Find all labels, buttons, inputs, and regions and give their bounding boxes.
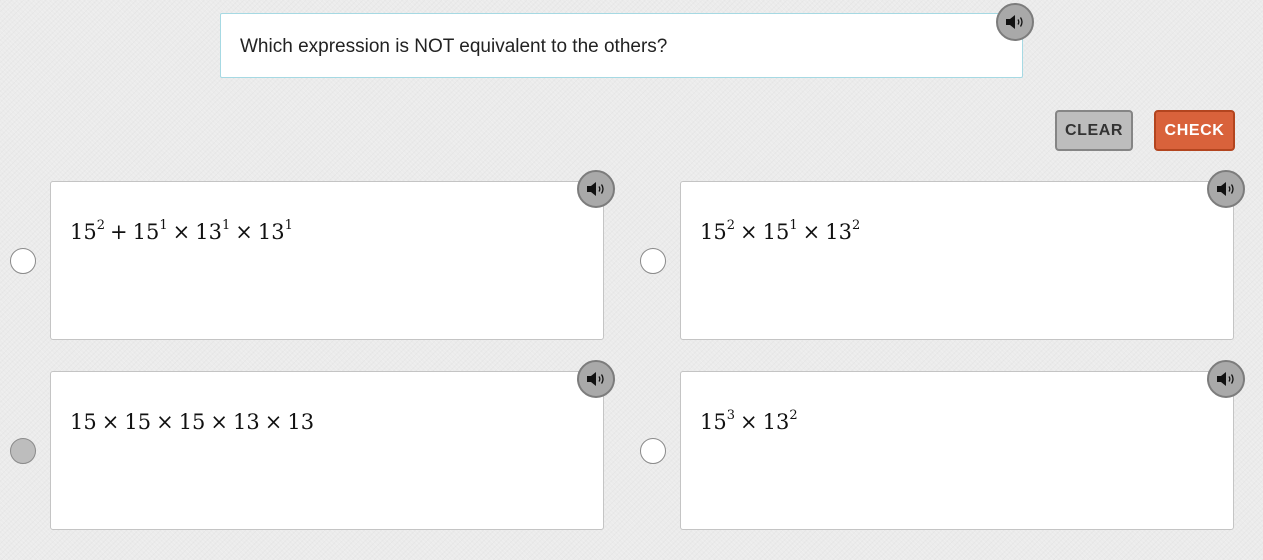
speaker-icon xyxy=(1217,182,1234,196)
exponent: 1 xyxy=(221,218,231,233)
exponent: 1 xyxy=(789,218,798,233)
operator: × xyxy=(264,410,283,434)
check-button[interactable]: CHECK xyxy=(1154,110,1235,151)
operator: × xyxy=(802,220,821,244)
base-number: 15 xyxy=(70,410,97,434)
option-a-radio[interactable] xyxy=(10,248,36,274)
option-d-radio[interactable] xyxy=(640,438,666,464)
option-b-expression: 152 × 151 × 132 xyxy=(700,218,861,244)
clear-button[interactable]: CLEAR xyxy=(1055,110,1133,151)
option-d-card[interactable]: 153 × 132 xyxy=(680,371,1234,530)
option-c-radio[interactable] xyxy=(10,438,36,464)
option-c-expression: 15 × 15 × 15 × 13 × 13 xyxy=(70,410,314,434)
operator: × xyxy=(172,220,191,244)
option-d-audio-button[interactable] xyxy=(1207,360,1245,398)
option-b-card[interactable]: 152 × 151 × 132 xyxy=(680,181,1234,340)
operator: × xyxy=(740,220,758,244)
base-number: 15 xyxy=(762,220,790,244)
operator: × xyxy=(156,410,174,434)
exponent: 2 xyxy=(96,218,106,233)
base-number: 13 xyxy=(762,410,790,434)
question-prompt: Which expression is NOT equivalent to th… xyxy=(220,13,1023,78)
base-number: 13 xyxy=(195,220,222,244)
operator: × xyxy=(210,410,229,434)
question-audio-button[interactable] xyxy=(996,3,1034,41)
question-text: Which expression is NOT equivalent to th… xyxy=(240,36,668,57)
exponent: 3 xyxy=(726,408,736,423)
operator: × xyxy=(101,410,120,434)
speaker-icon xyxy=(587,182,604,196)
option-a-card[interactable]: 152 +151 × 131 × 131 xyxy=(50,181,604,340)
option-c-card[interactable]: 15 × 15 × 15 × 13 × 13 xyxy=(50,371,604,530)
base-number: 15 xyxy=(132,220,160,244)
operator: × xyxy=(740,410,758,434)
base-number: 13 xyxy=(257,220,285,244)
base-number: 15 xyxy=(178,410,206,434)
option-d-expression: 153 × 132 xyxy=(700,408,798,434)
exponent: 1 xyxy=(159,218,168,233)
base-number: 13 xyxy=(233,410,260,434)
option-b-audio-button[interactable] xyxy=(1207,170,1245,208)
base-number: 15 xyxy=(124,410,152,434)
speaker-icon xyxy=(1217,372,1234,386)
speaker-icon xyxy=(587,372,604,386)
option-b-radio[interactable] xyxy=(640,248,666,274)
exponent: 2 xyxy=(789,408,798,423)
base-number: 15 xyxy=(70,220,97,244)
base-number: 15 xyxy=(700,220,727,244)
operator: × xyxy=(235,220,253,244)
speaker-icon xyxy=(1006,15,1023,29)
option-a-expression: 152 +151 × 131 × 131 xyxy=(70,218,293,244)
option-c-audio-button[interactable] xyxy=(577,360,615,398)
exponent: 2 xyxy=(726,218,736,233)
exponent: 2 xyxy=(851,218,861,233)
operator: + xyxy=(110,220,128,244)
base-number: 15 xyxy=(700,410,727,434)
base-number: 13 xyxy=(287,410,315,434)
option-a-audio-button[interactable] xyxy=(577,170,615,208)
exponent: 1 xyxy=(284,218,293,233)
base-number: 13 xyxy=(825,220,852,244)
